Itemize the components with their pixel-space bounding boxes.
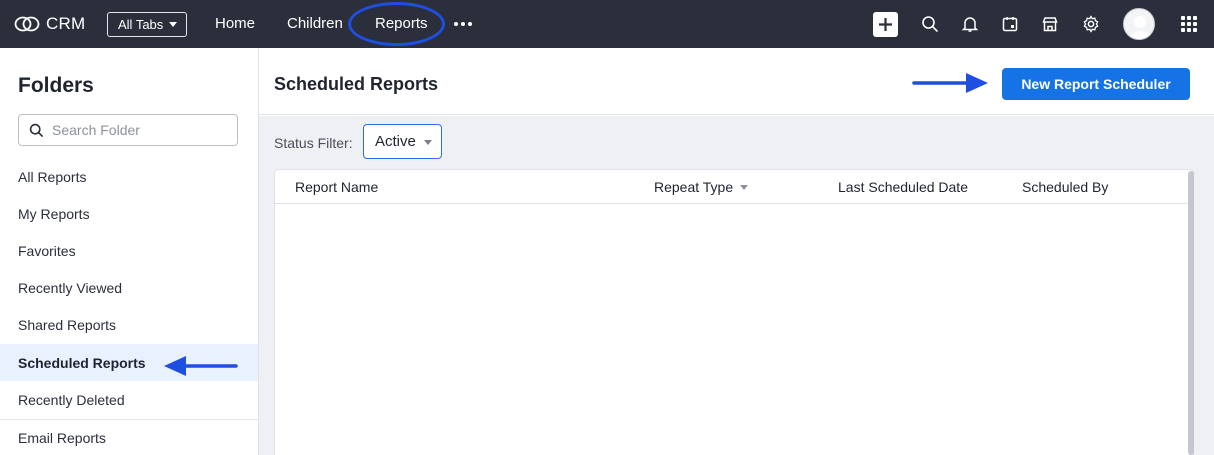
column-header-report-name[interactable]: Report Name [295,179,378,195]
top-navigation-bar: CRM All Tabs Home Children Reports [0,0,1214,48]
search-icon [29,123,44,137]
annotation-arrow-left [164,356,238,376]
scheduled-reports-table: Report Name Repeat Type Last Scheduled D… [274,169,1194,455]
all-tabs-label: All Tabs [118,17,164,32]
column-header-last-scheduled-date[interactable]: Last Scheduled Date [838,179,968,195]
gear-icon[interactable] [1080,13,1102,35]
sidebar-item-recently-viewed[interactable]: Recently Viewed [0,269,258,306]
search-folder-box[interactable] [18,114,238,146]
sidebar-item-favorites[interactable]: Favorites [0,232,258,269]
column-header-scheduled-by[interactable]: Scheduled By [1022,179,1108,195]
folders-sidebar: Folders All Reports My Reports Favorites… [0,48,259,455]
main-content: Status Filter: Active Report Name Repeat… [259,116,1214,455]
reports-highlight-circle [348,2,445,46]
bell-icon[interactable] [959,13,981,35]
apps-grid-icon[interactable] [1181,16,1197,32]
sidebar-item-shared-reports[interactable]: Shared Reports [0,306,258,343]
nav-home[interactable]: Home [215,15,255,32]
chevron-down-icon [169,22,178,27]
crm-logo-icon [14,16,40,32]
column-header-repeat-type[interactable]: Repeat Type [654,179,749,195]
table-header-row: Report Name Repeat Type Last Scheduled D… [275,170,1193,204]
nav-children[interactable]: Children [287,15,343,32]
sidebar-item-my-reports[interactable]: My Reports [0,195,258,232]
sidebar-item-recently-deleted[interactable]: Recently Deleted [0,381,258,418]
avatar[interactable] [1123,8,1155,40]
sort-down-icon [740,184,749,190]
annotation-arrow-right [912,73,988,93]
status-filter-label: Status Filter: [274,135,353,151]
search-icon[interactable] [919,13,941,35]
plus-icon[interactable] [873,12,898,37]
status-filter-value: Active [375,133,416,150]
calendar-icon[interactable] [999,13,1021,35]
main-header: Scheduled Reports New Report Scheduler [259,48,1214,115]
chevron-down-icon [424,140,432,145]
new-report-scheduler-button[interactable]: New Report Scheduler [1002,68,1190,100]
status-filter-dropdown[interactable]: Active [363,124,442,159]
store-icon[interactable] [1039,13,1061,35]
crm-logo[interactable]: CRM [14,12,85,36]
app-name: CRM [46,14,86,33]
sidebar-item-all-reports[interactable]: All Reports [0,158,258,195]
folders-title: Folders [18,74,94,97]
all-tabs-dropdown[interactable]: All Tabs [107,12,187,37]
table-scrollbar[interactable] [1188,171,1194,455]
more-tabs-icon[interactable] [454,22,472,26]
sidebar-item-email-reports[interactable]: Email Reports [0,419,258,455]
search-folder-input[interactable] [52,122,222,138]
page-title: Scheduled Reports [274,74,439,94]
